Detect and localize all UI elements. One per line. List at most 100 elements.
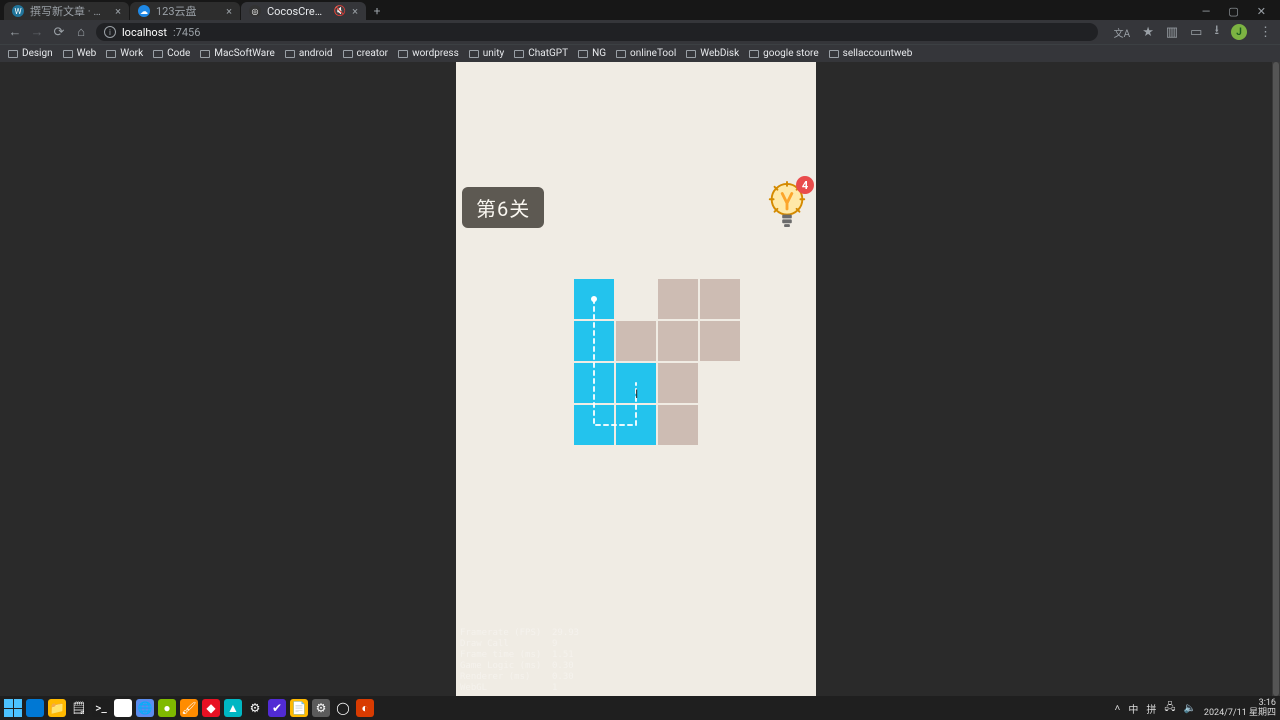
url-bar[interactable]: i localhost :7456 bbox=[96, 23, 1098, 41]
taskbar-app[interactable]: ▲ bbox=[224, 699, 242, 717]
home-button[interactable]: ⌂ bbox=[74, 25, 88, 39]
bookmark-item[interactable]: ChatGPT bbox=[514, 48, 568, 59]
bookmark-item[interactable]: google store bbox=[749, 48, 819, 59]
bookmark-label: Code bbox=[167, 48, 190, 59]
windows-taskbar: 📁🗒>_●🌐●🖌◆▲⚙✔📄⚙◯◐ ˄ 中 拼 🖧 🔈 3:16 2024/7/1… bbox=[0, 696, 1280, 720]
folder-icon bbox=[106, 50, 116, 58]
close-icon[interactable]: × bbox=[226, 5, 232, 18]
bookmarks-bar: Design Web Work Code MacSoftWare android creat… bbox=[0, 44, 1280, 62]
reload-button[interactable]: ⟳ bbox=[52, 25, 66, 39]
url-port: :7456 bbox=[173, 26, 200, 39]
bookmark-item[interactable]: NG bbox=[578, 48, 606, 59]
taskbar-clock[interactable]: 3:16 2024/7/11 星期四 bbox=[1204, 698, 1276, 718]
taskbar-app[interactable]: 🌐 bbox=[136, 699, 154, 717]
grid-cell[interactable] bbox=[658, 405, 698, 445]
hint-button[interactable]: 4 bbox=[764, 180, 810, 230]
folder-icon bbox=[8, 50, 18, 58]
mute-icon[interactable]: 🔇 bbox=[334, 6, 346, 17]
close-icon[interactable]: × bbox=[115, 5, 121, 18]
grid-cell[interactable] bbox=[574, 363, 614, 403]
bookmark-item[interactable]: unity bbox=[469, 48, 504, 59]
bookmark-item[interactable]: wordpress bbox=[398, 48, 459, 59]
forward-button[interactable]: → bbox=[30, 25, 44, 39]
grid-cell[interactable] bbox=[574, 321, 614, 361]
taskbar-app[interactable]: ● bbox=[158, 699, 176, 717]
site-info-icon[interactable]: i bbox=[104, 26, 116, 38]
close-icon[interactable]: × bbox=[352, 5, 358, 18]
bookmark-label: unity bbox=[483, 48, 504, 59]
ime-mode[interactable]: 拼 bbox=[1146, 701, 1156, 716]
clock-date: 2024/7/11 星期四 bbox=[1204, 708, 1276, 718]
new-tab-button[interactable]: + bbox=[367, 2, 387, 20]
bookmark-item[interactable]: onlineTool bbox=[616, 48, 676, 59]
downloads-icon[interactable]: ⭳ bbox=[1214, 21, 1219, 43]
grid-cell[interactable] bbox=[574, 405, 614, 445]
grid-cell[interactable] bbox=[658, 363, 698, 403]
bookmark-item[interactable]: Design bbox=[8, 48, 53, 59]
folder-icon bbox=[829, 50, 839, 58]
taskbar-app[interactable]: 📁 bbox=[48, 699, 66, 717]
grid-cell[interactable] bbox=[616, 279, 656, 319]
grid-cell[interactable] bbox=[700, 405, 740, 445]
minimize-button[interactable]: — bbox=[1202, 5, 1211, 18]
network-icon[interactable]: 🖧 bbox=[1164, 700, 1175, 717]
tab-2[interactable]: ☁ 123云盘 × bbox=[130, 2, 240, 20]
taskbar-app[interactable]: ◐ bbox=[356, 699, 374, 717]
tab-1[interactable]: W 撰写新文章 · 神管源码 — Wo… × bbox=[4, 2, 129, 20]
taskbar-app[interactable] bbox=[26, 699, 44, 717]
grid-cell[interactable] bbox=[616, 321, 656, 361]
tab-3[interactable]: ◎ CocosCreator | oneLinec… 🔇 × bbox=[241, 2, 366, 20]
bookmark-item[interactable]: sellaccountweb bbox=[829, 48, 913, 59]
wordpress-icon: W bbox=[12, 5, 24, 17]
game-grid[interactable] bbox=[574, 279, 740, 445]
grid-cell[interactable] bbox=[616, 363, 656, 403]
grid-cell[interactable] bbox=[658, 321, 698, 361]
side-panel-icon[interactable]: ▥ bbox=[1166, 25, 1178, 40]
close-button[interactable]: ✕ bbox=[1257, 5, 1266, 18]
cloud-icon: ☁ bbox=[138, 5, 150, 17]
grid-cell[interactable] bbox=[616, 405, 656, 445]
bookmark-star-icon[interactable]: ★ bbox=[1142, 25, 1154, 40]
scrollbar-thumb[interactable] bbox=[1273, 62, 1279, 696]
bookmark-item[interactable]: Web bbox=[63, 48, 97, 59]
volume-icon[interactable]: 🔈 bbox=[1183, 703, 1195, 714]
taskbar-app[interactable]: ⚙ bbox=[312, 699, 330, 717]
bookmark-item[interactable]: android bbox=[285, 48, 333, 59]
menu-icon[interactable]: ⋮ bbox=[1259, 25, 1272, 40]
maximize-button[interactable]: ▢ bbox=[1228, 5, 1238, 18]
bookmark-label: Web bbox=[77, 48, 97, 59]
taskbar-app[interactable]: 🗒 bbox=[70, 699, 88, 717]
grid-cell[interactable] bbox=[700, 321, 740, 361]
tray-chevron-icon[interactable]: ˄ bbox=[1114, 703, 1120, 714]
taskbar-app[interactable]: ⚙ bbox=[246, 699, 264, 717]
vertical-scrollbar[interactable] bbox=[1272, 62, 1280, 696]
grid-cell[interactable] bbox=[658, 279, 698, 319]
back-button[interactable]: ← bbox=[8, 25, 22, 39]
taskbar-app[interactable]: ◯ bbox=[334, 699, 352, 717]
ime-indicator[interactable]: 中 bbox=[1128, 701, 1138, 716]
folder-icon bbox=[749, 50, 759, 58]
taskbar-app[interactable]: ◆ bbox=[202, 699, 220, 717]
taskbar-app[interactable]: ● bbox=[114, 699, 132, 717]
translate-icon[interactable]: 文A bbox=[1114, 25, 1131, 40]
reading-list-icon[interactable]: ▭ bbox=[1190, 25, 1202, 40]
bookmark-item[interactable]: MacSoftWare bbox=[200, 48, 275, 59]
taskbar-app[interactable]: 📄 bbox=[290, 699, 308, 717]
url-host: localhost bbox=[122, 26, 167, 39]
bookmark-item[interactable]: Code bbox=[153, 48, 190, 59]
stat-row: Renderer (ms)0.30 bbox=[460, 672, 579, 683]
taskbar-app[interactable]: ✔ bbox=[268, 699, 286, 717]
game-canvas[interactable]: 第6关 4 I Framerate (FPS)29.93Draw Call9Fr… bbox=[456, 62, 816, 696]
grid-cell[interactable] bbox=[574, 279, 614, 319]
bookmark-label: Design bbox=[22, 48, 53, 59]
grid-cell[interactable] bbox=[700, 279, 740, 319]
folder-icon bbox=[578, 50, 588, 58]
taskbar-app[interactable]: 🖌 bbox=[180, 699, 198, 717]
profile-avatar[interactable]: J bbox=[1231, 24, 1247, 40]
taskbar-app[interactable]: >_ bbox=[92, 699, 110, 717]
start-button[interactable] bbox=[4, 699, 22, 717]
grid-cell[interactable] bbox=[700, 363, 740, 403]
bookmark-item[interactable]: WebDisk bbox=[686, 48, 739, 59]
bookmark-item[interactable]: creator bbox=[343, 48, 389, 59]
bookmark-item[interactable]: Work bbox=[106, 48, 143, 59]
